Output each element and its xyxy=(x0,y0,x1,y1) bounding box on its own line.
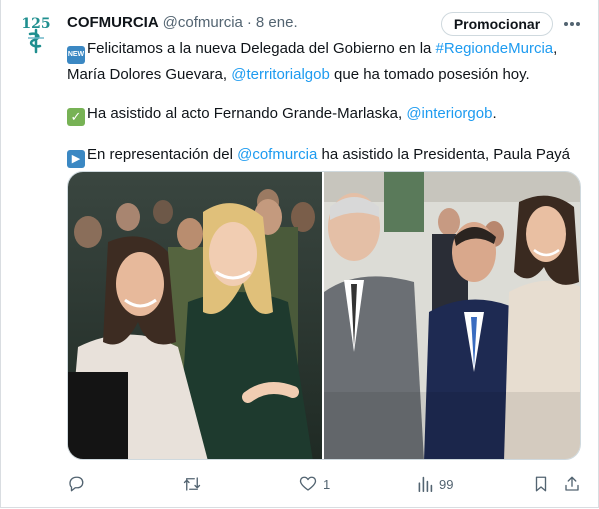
mention-link[interactable]: @interiorgob xyxy=(406,105,492,122)
mention-link[interactable]: @cofmurcia xyxy=(237,146,317,163)
like-count: 1 xyxy=(323,476,331,492)
retweet-button[interactable] xyxy=(182,472,208,496)
mention-link[interactable]: @territorialgob xyxy=(231,66,330,83)
bookmark-button[interactable] xyxy=(533,472,549,496)
retweet-icon xyxy=(183,477,201,491)
hashtag-link[interactable]: #RegiondeMurcia xyxy=(436,40,554,57)
tweet-line: ✓ Ha asistido al acto Fernando Grande-Mar… xyxy=(67,103,587,126)
tweet-date[interactable]: 8 ene. xyxy=(256,14,298,31)
tweet-card[interactable]: 125 COFMURCIA @cofmurcia · 8 ene. Promoc… xyxy=(0,0,599,508)
tweet-media[interactable] xyxy=(67,171,581,460)
author-name[interactable]: COFMURCIA xyxy=(67,14,159,31)
tweet-line: ▶ En representación del @cofmurcia ha asi… xyxy=(67,144,587,168)
cof-logo-icon[interactable]: 125 xyxy=(15,12,57,54)
text-segment: Felicitamos a la nueva Delegada del Gobi… xyxy=(87,40,436,57)
photo-left[interactable] xyxy=(68,172,324,459)
tweet-text: NEW Felicitamos a la nueva Delegada del G… xyxy=(67,38,587,168)
views-count: 99 xyxy=(439,476,454,492)
text-segment: , xyxy=(553,40,558,57)
photo-right[interactable] xyxy=(324,172,580,459)
separator-dot: · xyxy=(246,13,252,31)
share-button[interactable] xyxy=(563,472,581,496)
tweet-actions: 1 99 xyxy=(67,472,587,496)
tweet-line: NEW Felicitamos a la nueva Delegada del G… xyxy=(67,38,587,64)
play-emoji-icon: ▶ xyxy=(67,150,85,168)
views-button[interactable]: 99 xyxy=(417,472,453,496)
check-emoji-icon: ✓ xyxy=(67,108,85,126)
text-segment: En representación del xyxy=(87,146,238,163)
text-segment: ha asistido la Presidenta, Paula Payá xyxy=(317,146,571,163)
text-segment: . xyxy=(492,105,497,122)
share-icon xyxy=(565,476,579,491)
like-button[interactable]: 1 xyxy=(299,472,330,496)
reply-icon xyxy=(69,476,84,492)
text-segment: que ha tomado posesión hoy. xyxy=(329,66,530,83)
reply-button[interactable] xyxy=(67,472,91,496)
promote-button[interactable]: Promocionar xyxy=(441,12,553,36)
more-dots-icon[interactable] xyxy=(561,14,583,34)
tweet-header: COFMURCIA @cofmurcia · 8 ene. xyxy=(67,11,298,33)
new-emoji-icon: NEW xyxy=(67,46,85,64)
views-chart-icon xyxy=(418,476,433,492)
author-handle[interactable]: @cofmurcia xyxy=(163,14,243,31)
text-segment: María Dolores Guevara, xyxy=(67,66,232,83)
heart-icon xyxy=(299,476,317,491)
tweet-line: María Dolores Guevara, @territorialgob q… xyxy=(67,64,587,85)
text-segment: Ha asistido al acto Fernando Grande-Marl… xyxy=(87,105,407,122)
bookmark-icon xyxy=(535,476,547,492)
